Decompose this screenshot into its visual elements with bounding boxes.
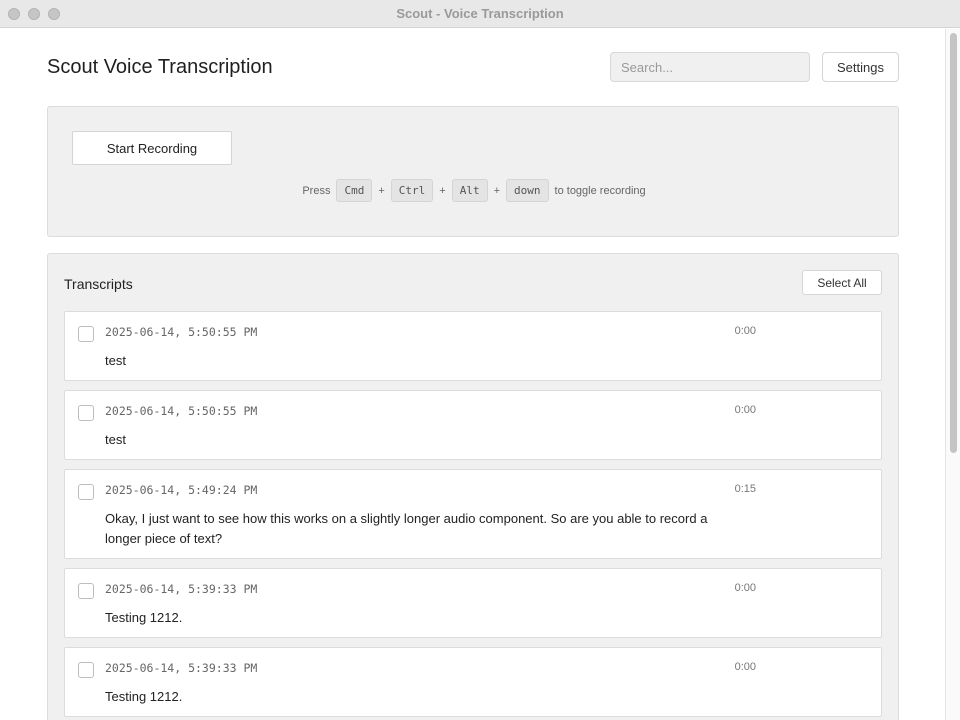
transcript-item[interactable]: 2025-06-14, 5:50:55 PM 0:00 test: [64, 390, 882, 460]
settings-button[interactable]: Settings: [822, 52, 899, 82]
transcript-duration: 0:00: [734, 325, 756, 337]
transcript-timestamp: 2025-06-14, 5:49:24 PM: [105, 483, 258, 497]
transcript-item[interactable]: 2025-06-14, 5:49:24 PM 0:15 Okay, I just…: [64, 469, 882, 559]
key-alt: Alt: [451, 179, 488, 202]
key-separator: +: [439, 184, 446, 197]
key-ctrl: Ctrl: [390, 179, 434, 202]
transcript-text: Testing 1212.: [105, 610, 183, 625]
transcript-checkbox[interactable]: [78, 662, 94, 678]
hint-prefix: Press: [302, 184, 331, 197]
scrollbar-thumb[interactable]: [950, 33, 957, 453]
transcript-duration: 0:00: [734, 404, 756, 416]
transcript-timestamp: 2025-06-14, 5:50:55 PM: [105, 404, 258, 418]
start-recording-button[interactable]: Start Recording: [72, 131, 232, 165]
transcript-timestamp: 2025-06-14, 5:39:33 PM: [105, 661, 258, 675]
transcripts-heading: Transcripts: [64, 276, 133, 292]
transcript-item[interactable]: 2025-06-14, 5:50:55 PM 0:00 test: [64, 311, 882, 381]
transcript-text: Okay, I just want to see how this works …: [105, 511, 708, 546]
transcript-list: 2025-06-14, 5:50:55 PM 0:00 test 2025-06…: [64, 311, 882, 720]
hint-suffix: to toggle recording: [554, 184, 646, 197]
key-cmd: Cmd: [336, 179, 373, 202]
transcript-item[interactable]: 2025-06-14, 5:39:33 PM 0:00 Testing 1212…: [64, 568, 882, 638]
key-separator: +: [493, 184, 501, 197]
scrollbar[interactable]: [945, 29, 960, 720]
transcript-checkbox[interactable]: [78, 583, 94, 599]
window-title: Scout - Voice Transcription: [396, 6, 564, 21]
transcript-duration: 0:00: [734, 582, 756, 594]
transcript-item[interactable]: 2025-06-14, 5:39:33 PM 0:00 Testing 1212…: [64, 647, 882, 717]
transcript-duration: 0:15: [734, 483, 756, 495]
window-titlebar: Scout - Voice Transcription: [0, 0, 960, 28]
key-down: down: [506, 179, 549, 202]
recording-panel: Start Recording Press Cmd + Ctrl + Alt +…: [47, 106, 899, 237]
transcript-text: test: [105, 353, 126, 368]
transcripts-panel: Transcripts Select All 2025-06-14, 5:50:…: [47, 253, 899, 720]
select-all-button[interactable]: Select All: [802, 270, 882, 295]
transcript-checkbox[interactable]: [78, 405, 94, 421]
page-title: Scout Voice Transcription: [47, 56, 273, 78]
search-input[interactable]: [610, 52, 810, 82]
transcript-text: Testing 1212.: [105, 689, 183, 704]
transcript-timestamp: 2025-06-14, 5:39:33 PM: [105, 582, 258, 596]
shortcut-hint: Press Cmd + Ctrl + Alt + down to toggle …: [48, 179, 900, 202]
transcript-timestamp: 2025-06-14, 5:50:55 PM: [105, 325, 258, 339]
transcript-text: test: [105, 432, 126, 447]
key-separator: +: [378, 184, 385, 197]
transcript-checkbox[interactable]: [78, 326, 94, 342]
transcript-duration: 0:00: [734, 661, 756, 673]
transcript-checkbox[interactable]: [78, 484, 94, 500]
